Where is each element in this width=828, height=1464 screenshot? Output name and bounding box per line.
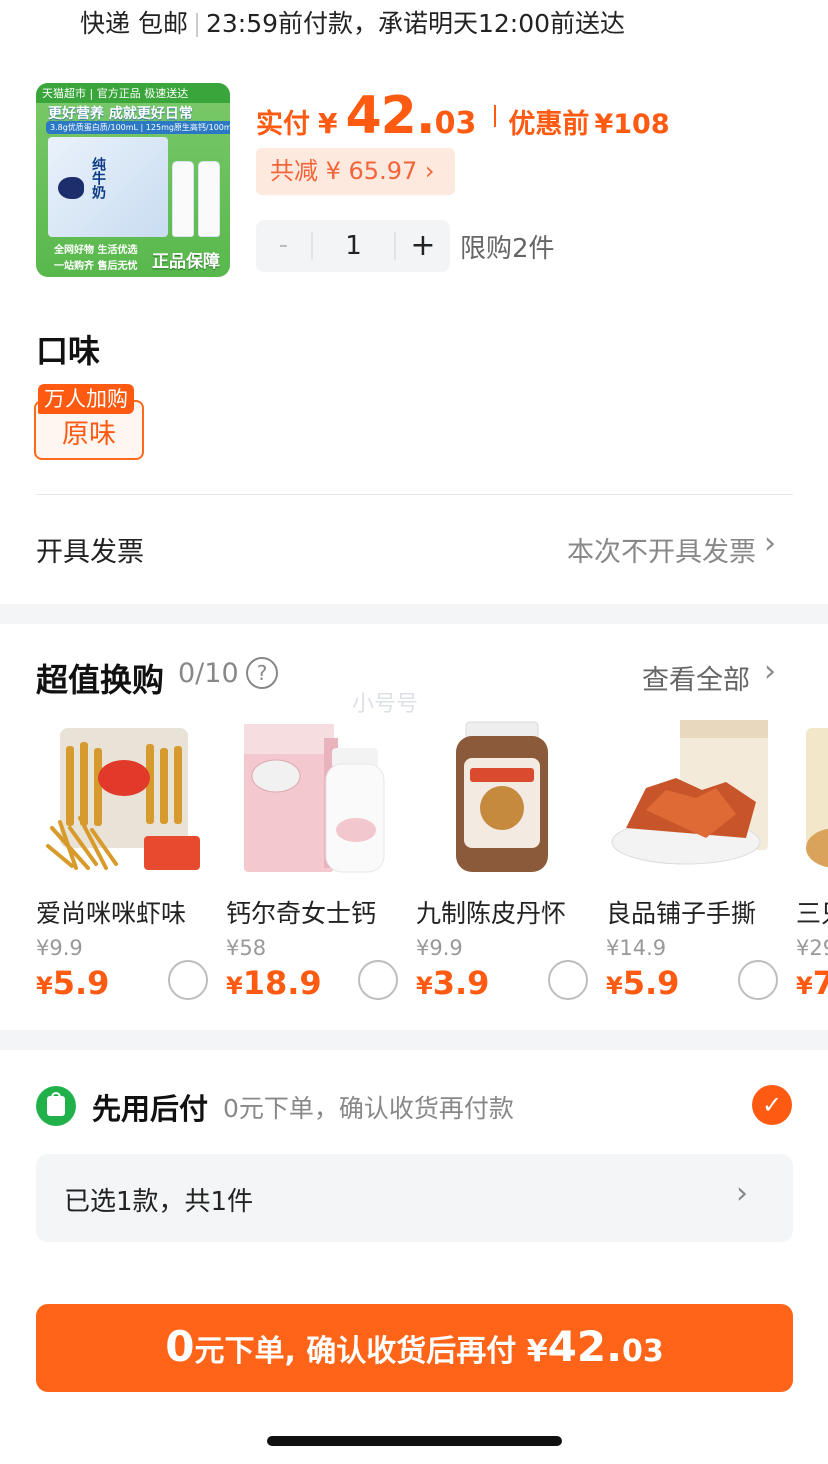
select-radio[interactable] [168,960,208,1000]
invoice-value[interactable]: 本次不开具发票 [567,530,756,569]
snack-shrimp-image [46,728,200,870]
swap-item[interactable]: 三只 ¥29 ¥7 [796,718,828,1008]
divider [36,494,793,495]
milk-bottle [172,161,194,237]
swap-item[interactable]: 爱尚咪咪虾味 ¥9.9 ¥5.9 [36,718,208,1008]
delivery-promise: 23:59前付款，承诺明天12:00前送达 [205,9,626,38]
original-price: ¥108 [594,109,670,140]
select-radio[interactable] [358,960,398,1000]
image-footer-1: 全网好物 生活优选 [54,245,138,256]
decrement-button[interactable]: - [256,220,311,272]
delivery-info: 快递 包邮 23:59前付款，承诺明天12:00前送达 [80,4,625,40]
milk-bottle [198,161,220,237]
box-text: 纯牛奶 [90,157,106,199]
currency-symbol: ¥ [796,972,813,1000]
help-icon[interactable]: ? [246,657,278,689]
increment-button[interactable]: + [396,220,450,272]
currency-symbol: ¥ [318,107,338,140]
milk-box: 纯牛奶 [48,137,168,237]
price-decimal: 03 [434,106,477,141]
invoice-label: 开具发票 [36,537,144,568]
cta-amount-int: 42. [547,1322,623,1371]
delivery-method: 快递 包邮 [80,9,188,38]
purchase-limit: 限购2件 [460,234,555,264]
cow-icon [58,177,84,199]
discount-badge[interactable]: 共减 ¥ 65.97 › [256,148,455,195]
swap-item-price-value: 5.9 [52,964,110,1002]
pay-later-title: 先用后付 [92,1092,209,1126]
home-indicator[interactable] [267,1436,562,1446]
watermark: 小号号 [352,692,419,717]
beef-jerky-image [611,720,768,865]
swap-item-price-value: 18.9 [242,964,322,1002]
swap-item-price-value: 5.9 [622,964,680,1002]
swap-item-old-price: ¥58 [226,936,267,960]
swap-item-old-price: ¥9.9 [416,936,463,960]
image-footer-2: 一站购齐 售后无忧 [54,261,138,272]
swap-item[interactable]: 钙尔奇女士钙 ¥58 ¥18.9 [226,718,398,1008]
swap-item-price: ¥5.9 [36,964,109,1002]
checkmark-icon[interactable]: ✓ [752,1085,792,1125]
swap-item-price: ¥18.9 [226,964,322,1002]
flavor-option-label: 原味 [62,419,116,450]
currency-symbol: ¥ [606,972,623,1000]
submit-order-button[interactable]: 0元下单, 确认收货后再付 ¥42.03 [36,1304,793,1392]
swap-item-price-value: 3.9 [432,964,490,1002]
original-price-label: 优惠前 [508,109,590,140]
currency-symbol: ¥ [36,972,53,1000]
popular-tag: 万人加购 [38,384,134,414]
swap-title: 超值换购 [36,661,165,699]
selected-summary[interactable]: 已选1款，共1件 › [36,1154,793,1242]
product-image[interactable]: 天猫超市 | 官方正品 极速送达 更好营养 成就更好日常 3.8g优质蛋白质/1… [36,83,230,277]
quantity-stepper[interactable]: - 1 + [256,220,450,272]
swap-item-name: 三只 [796,899,828,928]
swap-item-old-price: ¥14.9 [606,936,667,960]
price-divider [494,105,497,127]
image-slogan: 更好营养 成就更好日常 [48,106,193,122]
swap-item-name: 爱尚咪咪虾味 [36,899,187,928]
swap-item-name: 钙尔奇女士钙 [226,899,377,928]
currency-symbol: ¥ [416,972,433,1000]
currency-symbol: ¥ [226,972,243,1000]
calcium-product-image [244,724,385,873]
image-band-text: 天猫超市 | 官方正品 极速送达 [42,87,189,100]
flavor-title: 口味 [36,332,101,370]
swap-item-price: ¥5.9 [606,964,679,1002]
swap-item-name: 良品铺子手撕 [606,899,757,928]
shopping-bag-icon [36,1086,76,1126]
swap-item-price: ¥7 [796,964,828,1002]
view-all-link[interactable]: 查看全部 [642,658,750,697]
swap-item[interactable]: 九制陈皮丹怀 ¥9.9 ¥3.9 [416,718,588,1008]
swap-item-old-price: ¥29 [796,936,828,960]
swap-item-name: 九制陈皮丹怀 [416,899,567,928]
chevron-right-icon[interactable]: › [764,526,776,561]
price-label: 实付 [256,109,310,140]
price-integer: 42. [345,86,435,146]
cta-amount-dec: 03 [622,1334,664,1369]
image-spec: 3.8g优质蛋白质/100mL | 125mg原生高钙/100mL [46,121,230,134]
quantity-value[interactable]: 1 [311,232,396,260]
nuts-snack-image [806,728,828,868]
price-row: 实付 ¥ 42. 03 优惠前 ¥108 [256,86,670,146]
swap-count: 0/10 [178,658,239,689]
pay-later-desc: 0元下单，确认收货再付款 [223,1094,514,1123]
select-radio[interactable] [738,960,778,1000]
swap-item-price-value: 7 [812,964,828,1002]
swap-item-price: ¥3.9 [416,964,489,1002]
cta-zero: 0 [165,1322,195,1371]
section-gap [0,604,828,624]
chevron-right-icon[interactable]: › [764,654,776,689]
image-guarantee: 正品保障 [152,252,220,272]
cta-text: 元下单, 确认收货后再付 ¥ [194,1334,548,1369]
selected-summary-text: 已选1款，共1件 [64,1187,254,1217]
candied-peel-jar-image [456,721,548,872]
section-gap [0,1030,828,1050]
select-radio[interactable] [548,960,588,1000]
chevron-right-icon: › [736,1176,748,1211]
swap-item-old-price: ¥9.9 [36,936,83,960]
divider [195,13,198,37]
swap-item[interactable]: 良品铺子手撕 ¥14.9 ¥5.9 [606,718,778,1008]
